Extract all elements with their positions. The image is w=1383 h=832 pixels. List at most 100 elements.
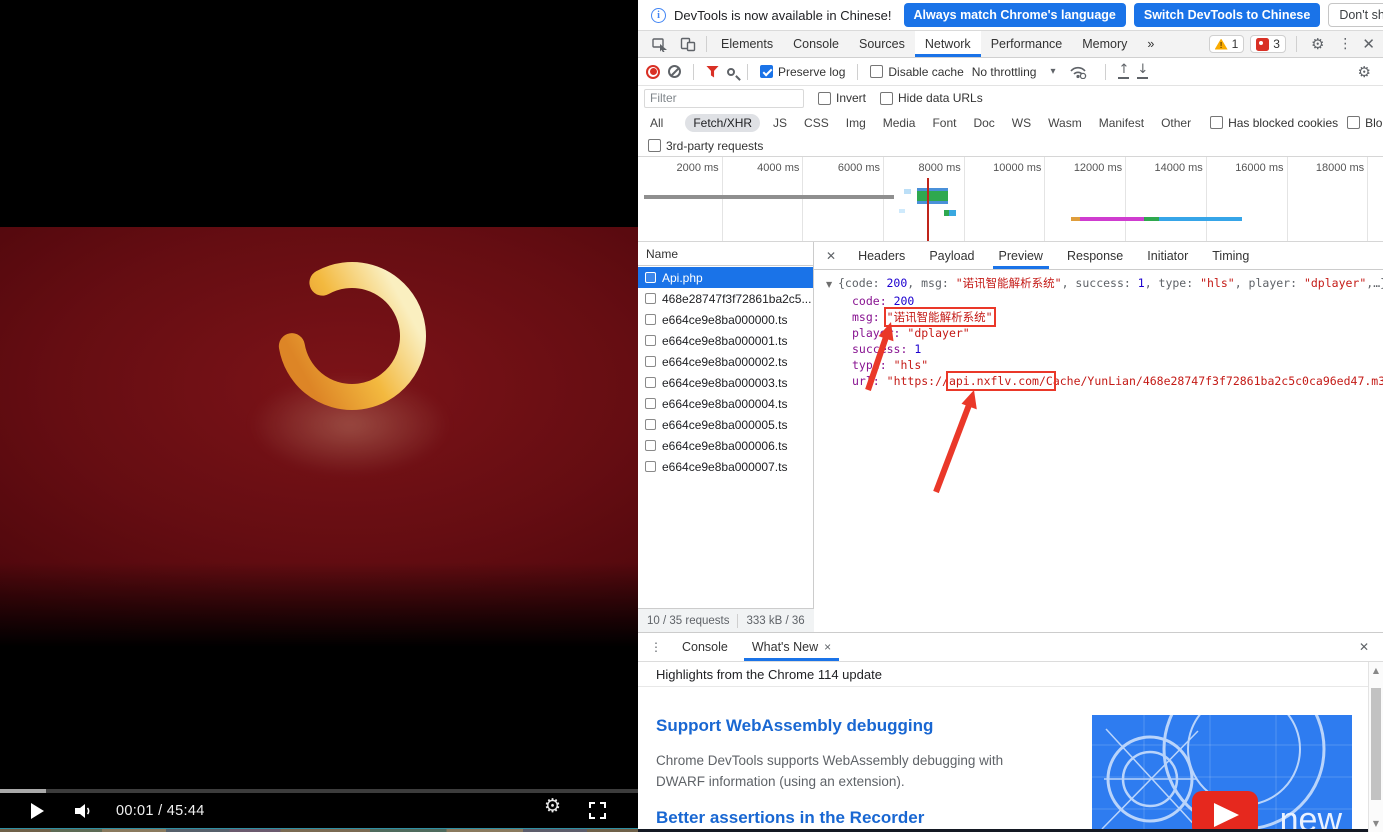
row-checkbox[interactable] xyxy=(645,293,656,304)
json-property[interactable]: msg: "诺讯智能解析系统" xyxy=(826,309,1383,325)
preserve-log-checkbox[interactable]: Preserve log xyxy=(760,65,845,79)
request-row[interactable]: e664ce9e8ba000003.ts xyxy=(638,372,813,393)
drawer-tab-whats-new[interactable]: What's New × xyxy=(740,633,843,661)
dont-show-again-button[interactable]: Don't show again xyxy=(1328,3,1383,27)
tab-performance[interactable]: Performance xyxy=(981,31,1073,57)
switch-devtools-chinese-button[interactable]: Switch DevTools to Chinese xyxy=(1134,3,1320,27)
devtools-menu-icon[interactable]: ⋮ xyxy=(1334,36,1356,52)
drawer-close-icon[interactable]: ✕ xyxy=(1345,633,1383,661)
fullscreen-icon[interactable] xyxy=(589,802,606,819)
request-row[interactable]: e664ce9e8ba000006.ts xyxy=(638,435,813,456)
issues-badge[interactable]: 3 xyxy=(1250,35,1286,53)
network-conditions-icon[interactable] xyxy=(1063,65,1093,79)
type-css[interactable]: CSS xyxy=(800,114,833,132)
play-button[interactable] xyxy=(31,803,44,819)
type-fetch-xhr[interactable]: Fetch/XHR xyxy=(685,114,760,132)
type-doc[interactable]: Doc xyxy=(969,114,998,132)
clear-icon[interactable] xyxy=(668,65,681,78)
request-row[interactable]: e664ce9e8ba000004.ts xyxy=(638,393,813,414)
whats-new-video-thumbnail[interactable]: new xyxy=(1092,715,1352,832)
row-checkbox[interactable] xyxy=(645,335,656,346)
row-checkbox[interactable] xyxy=(645,398,656,409)
drawer-tab-console[interactable]: Console xyxy=(670,633,740,661)
request-row[interactable]: e664ce9e8ba000002.ts xyxy=(638,351,813,372)
checkbox[interactable] xyxy=(1347,116,1360,129)
tab-close-icon[interactable]: × xyxy=(824,640,831,654)
tab-headers[interactable]: Headers xyxy=(846,242,917,269)
row-checkbox[interactable] xyxy=(645,461,656,472)
search-icon[interactable] xyxy=(727,68,735,76)
tab-payload[interactable]: Payload xyxy=(917,242,986,269)
json-property[interactable]: player: "dplayer" xyxy=(826,325,1383,341)
whats-new-content[interactable]: Support WebAssembly debugging Chrome Dev… xyxy=(638,688,1368,832)
details-close-icon[interactable]: ✕ xyxy=(814,242,846,269)
request-row[interactable]: Api.php xyxy=(638,267,813,288)
match-language-button[interactable]: Always match Chrome's language xyxy=(904,3,1126,27)
tab-sources[interactable]: Sources xyxy=(849,31,915,57)
whats-new-heading-1[interactable]: Support WebAssembly debugging xyxy=(656,716,933,736)
json-property[interactable]: type: "hls" xyxy=(826,357,1383,373)
whats-new-heading-2[interactable]: Better assertions in the Recorder xyxy=(656,808,924,828)
export-har-icon[interactable]: ↓ xyxy=(1137,64,1148,79)
checkbox[interactable] xyxy=(648,139,661,152)
type-wasm[interactable]: Wasm xyxy=(1044,114,1086,132)
type-manifest[interactable]: Manifest xyxy=(1095,114,1148,132)
tab-preview[interactable]: Preview xyxy=(987,242,1055,269)
request-row[interactable]: e664ce9e8ba000007.ts xyxy=(638,456,813,477)
volume-icon[interactable] xyxy=(74,803,94,819)
throttling-select[interactable]: No throttling ▾ xyxy=(972,65,1056,79)
request-row[interactable]: e664ce9e8ba000001.ts xyxy=(638,330,813,351)
has-blocked-cookies-checkbox[interactable]: Has blocked cookies xyxy=(1210,116,1338,130)
network-settings-icon[interactable]: ⚙ xyxy=(1354,63,1375,81)
more-tabs-icon[interactable]: » xyxy=(1137,31,1164,57)
type-ws[interactable]: WS xyxy=(1008,114,1035,132)
filter-icon[interactable] xyxy=(706,66,719,78)
type-font[interactable]: Font xyxy=(928,114,960,132)
scroll-down-icon[interactable]: ▼ xyxy=(1369,819,1383,828)
import-har-icon[interactable]: ↑ xyxy=(1118,64,1129,79)
device-toolbar-icon[interactable] xyxy=(674,31,702,57)
disable-cache-checkbox[interactable]: Disable cache xyxy=(870,65,963,79)
expand-triangle-icon[interactable]: ▼ xyxy=(826,277,838,293)
request-row[interactable]: e664ce9e8ba000005.ts xyxy=(638,414,813,435)
row-checkbox[interactable] xyxy=(645,314,656,325)
warning-badge[interactable]: ! 1 xyxy=(1209,35,1245,53)
json-summary-line[interactable]: ▼{code: 200, msg: "诺讯智能解析系统", success: 1… xyxy=(826,275,1383,293)
invert-checkbox[interactable]: Invert xyxy=(818,91,866,105)
network-overview-timeline[interactable]: 2000 ms 4000 ms 6000 ms 8000 ms 10000 ms… xyxy=(638,157,1383,242)
json-property[interactable]: success: 1 xyxy=(826,341,1383,357)
type-all[interactable]: All xyxy=(646,114,667,132)
type-img[interactable]: Img xyxy=(842,114,870,132)
checkbox[interactable] xyxy=(1210,116,1223,129)
row-checkbox[interactable] xyxy=(645,440,656,451)
checkbox[interactable] xyxy=(818,92,831,105)
tab-network[interactable]: Network xyxy=(915,31,981,57)
tab-timing[interactable]: Timing xyxy=(1200,242,1261,269)
record-icon[interactable] xyxy=(646,65,660,79)
checkbox[interactable] xyxy=(870,65,883,78)
drawer-menu-icon[interactable]: ⋮ xyxy=(638,633,670,661)
row-checkbox[interactable] xyxy=(645,272,656,283)
devtools-close-icon[interactable]: ✕ xyxy=(1362,35,1375,53)
checkbox[interactable] xyxy=(880,92,893,105)
request-row[interactable]: 468e28747f3f72861ba2c5... xyxy=(638,288,813,309)
name-column-header[interactable]: Name xyxy=(638,242,813,266)
checkbox-checked[interactable] xyxy=(760,65,773,78)
json-property[interactable]: url: "https://api.nxflv.com/Cache/YunLia… xyxy=(826,373,1383,389)
tab-elements[interactable]: Elements xyxy=(711,31,783,57)
settings-gear-icon[interactable]: ⚙ xyxy=(1307,35,1328,53)
tab-initiator[interactable]: Initiator xyxy=(1135,242,1200,269)
video-settings-icon[interactable]: ⚙ xyxy=(544,795,561,817)
row-checkbox[interactable] xyxy=(645,419,656,430)
type-other[interactable]: Other xyxy=(1157,114,1195,132)
tab-memory[interactable]: Memory xyxy=(1072,31,1137,57)
preview-json-tree[interactable]: ▼{code: 200, msg: "诺讯智能解析系统", success: 1… xyxy=(814,270,1383,389)
json-property[interactable]: code: 200 xyxy=(826,293,1383,309)
scroll-up-icon[interactable]: ▲ xyxy=(1369,666,1383,675)
hide-data-urls-checkbox[interactable]: Hide data URLs xyxy=(880,91,983,105)
type-js[interactable]: JS xyxy=(769,114,791,132)
row-checkbox[interactable] xyxy=(645,356,656,367)
request-row[interactable]: e664ce9e8ba000000.ts xyxy=(638,309,813,330)
filter-input[interactable] xyxy=(644,89,804,108)
scrollbar-thumb[interactable] xyxy=(1371,688,1381,800)
